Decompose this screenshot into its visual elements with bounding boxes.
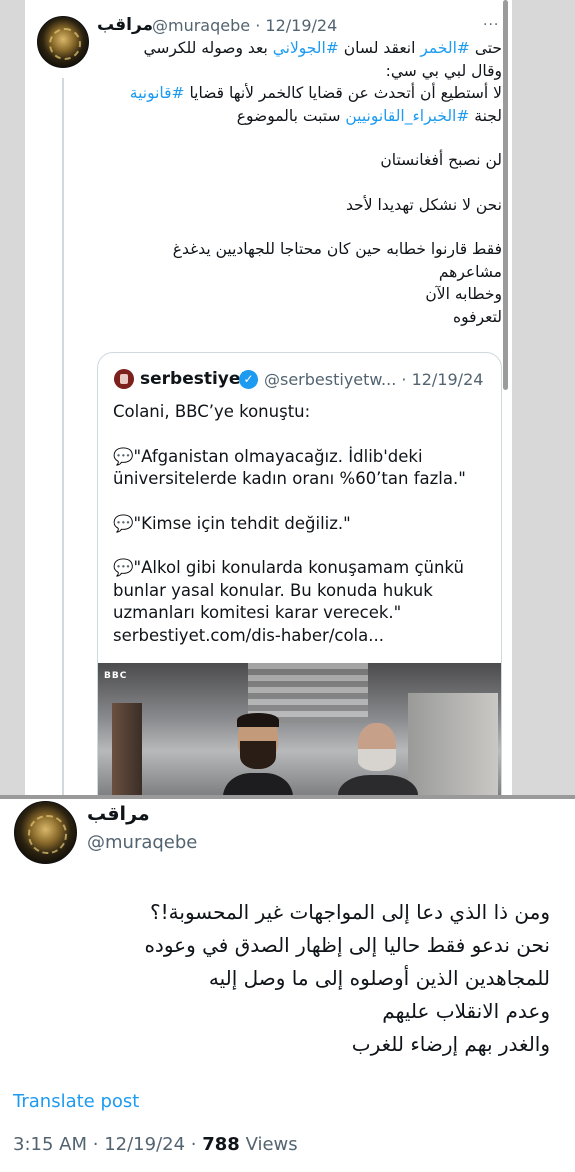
- hashtag-link[interactable]: #قانونية: [130, 84, 185, 102]
- more-options-icon[interactable]: ···: [483, 17, 499, 33]
- quote-line: bunlar yasal konular. Bu konuda hukuk: [113, 580, 433, 600]
- top-screenshot: مراقب @muraqebe · 12/19/24 ··· حتى #الخم…: [0, 0, 575, 800]
- quote-author-handle[interactable]: @serbestiyetw... · 12/19/24: [264, 370, 483, 389]
- tweet-line: لجنة #الخبراء_القانونيين ستبت بالموضوع: [84, 105, 502, 128]
- quote-avatar[interactable]: [114, 369, 134, 389]
- person-figure: [223, 713, 293, 800]
- tweet-text-span: لا أستطيع أن أتحدث عن قضايا كالخمر لأنها…: [184, 84, 502, 102]
- tweet-line: حتى #الخمر انعقد لسان #الجولاني بعد وصول…: [84, 37, 502, 60]
- person-figure: [338, 723, 418, 800]
- avatar[interactable]: [14, 801, 77, 864]
- tweet-text-span: حتى: [469, 39, 502, 57]
- tweet-line: لن نصبح أفغانستان: [84, 149, 502, 172]
- tweet-text-span: فقط قارنوا خطابه حين كان محتاجا للجهاديي…: [172, 240, 502, 258]
- tweet-text-span: وخطابه الآن: [425, 285, 502, 303]
- tweet-line: وخطابه الآن: [84, 283, 502, 306]
- tweet-text-span: بعد وصوله للكرسي: [143, 39, 273, 57]
- hashtag-link[interactable]: #الخبراء_القانونيين: [345, 107, 469, 125]
- tweet-line: مشاعرهم: [84, 261, 502, 284]
- tweet-date[interactable]: 12/19/24: [104, 1134, 185, 1155]
- tweet-line: وقال لبي بي سي:: [84, 60, 502, 83]
- verified-badge-icon: ✓: [239, 370, 258, 389]
- tweet-text-span: مشاعرهم: [438, 262, 502, 281]
- tweet-line: والغدر بهم إرضاء للغرب: [351, 1032, 550, 1056]
- tweet-line: نحن ندعو فقط حاليا إلى إظهار الصدق في وع…: [144, 933, 550, 957]
- tweet-text-span: ستبت بالموضوع: [236, 106, 346, 125]
- quote-line: Colani, BBC’ye konuştu:: [113, 402, 311, 421]
- bottom-tweet[interactable]: مراقب @muraqebe ومن ذا الذي دعا إلى المو…: [0, 799, 575, 1172]
- hashtag-link[interactable]: #الجولاني: [273, 39, 339, 57]
- quote-text: Colani, BBC’ye konuştu: 💬"Afganistan olma…: [113, 401, 493, 647]
- tweet-line: ومن ذا الذي دعا إلى المواجهات غير المحسو…: [150, 900, 550, 924]
- tweet-text-span: لتعرفوه: [453, 307, 502, 326]
- avatar[interactable]: [37, 16, 89, 68]
- author-name[interactable]: مراقب: [87, 803, 150, 825]
- tweet-line: لتعرفوه: [84, 306, 502, 329]
- tweet-text-span: لجنة: [469, 106, 502, 125]
- translate-post-link[interactable]: Translate post: [13, 1091, 139, 1112]
- tweet-line: لا أستطيع أن أتحدث عن قضايا كالخمر لأنها…: [84, 82, 502, 105]
- quote-date: 12/19/24: [411, 370, 484, 389]
- tweet-time[interactable]: 3:15 AM: [13, 1134, 87, 1155]
- quote-author-name[interactable]: serbestiyet: [140, 369, 249, 389]
- wall-panel: [408, 693, 498, 800]
- scrollbar[interactable]: [503, 0, 508, 390]
- quote-line: üniversitelerde kadın oranı %60’tan fazl…: [113, 469, 466, 488]
- tweet-text-span: لن نصبح أفغانستان: [380, 151, 502, 169]
- views-label: Views: [245, 1134, 298, 1155]
- tweet-line: فقط قارنوا خطابه حين كان محتاجا للجهاديي…: [84, 238, 502, 261]
- views-count[interactable]: 788: [202, 1134, 240, 1155]
- hashtag-link[interactable]: #الخمر: [420, 39, 470, 57]
- quote-photo[interactable]: BBC: [98, 663, 501, 800]
- quote-line: 💬"Kimse için tehdit değiliz.": [113, 513, 351, 533]
- wall-panel: [112, 703, 142, 800]
- tweet-line: نحن لا نشكل تهديدا لأحد: [84, 194, 502, 217]
- quoted-tweet[interactable]: serbestiyet ✓ @serbestiyetw... · 12/19/2…: [97, 352, 502, 800]
- author-handle[interactable]: @muraqebe: [87, 832, 197, 853]
- quote-line: uzmanları komitesi karar verecek.": [113, 603, 402, 622]
- broadcaster-logo: BBC: [104, 671, 128, 681]
- tweet-text-span: وقال لبي بي سي:: [385, 61, 502, 80]
- tweet-line: وعدم الانقلاب عليهم: [382, 999, 550, 1023]
- author-name[interactable]: مراقب: [97, 15, 153, 35]
- author-handle[interactable]: @muraqebe · 12/19/24: [152, 16, 337, 35]
- quote-line: 💬"Alkol gibi konularda konuşamam çünkü: [113, 558, 464, 577]
- thread-line: [62, 78, 64, 800]
- quote-line: 💬"Afganistan olmayacağız. İdlib'deki: [113, 446, 423, 466]
- tweet-line: للمجاهدين الذين أوصلوه إلى ما وصل إليه: [208, 966, 550, 990]
- tweet-date: 12/19/24: [265, 16, 338, 35]
- tweet-meta: 3:15 AM · 12/19/24 · 788 Views: [13, 1134, 298, 1155]
- tweet-text-span: نحن لا نشكل تهديدا لأحد: [345, 195, 502, 214]
- quote-link[interactable]: serbestiyet.com/dis-haber/cola...: [113, 625, 493, 648]
- tweet-text: حتى #الخمر انعقد لسان #الجولاني بعد وصول…: [84, 37, 502, 328]
- tweet-text-span: انعقد لسان: [338, 39, 421, 57]
- tweet-text: ومن ذا الذي دعا إلى المواجهات غير المحسو…: [20, 896, 550, 1061]
